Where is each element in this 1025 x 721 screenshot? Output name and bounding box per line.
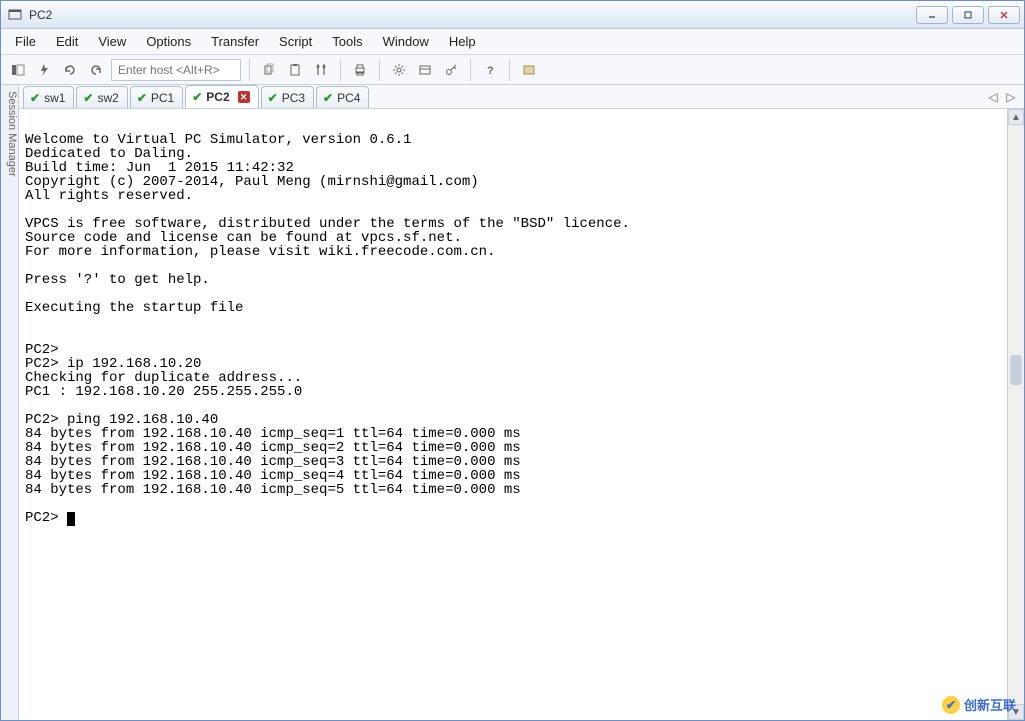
- menu-tools[interactable]: Tools: [322, 29, 372, 54]
- tabs-scroll-right-icon[interactable]: ▷: [1004, 90, 1018, 104]
- session-tab-sw2[interactable]: ✔ sw2: [76, 86, 127, 108]
- session-tabs: ✔ sw1 ✔ sw2 ✔ PC1 ✔ PC2 ✕ ✔ PC3 ✔ PC4 ◁ ▷: [19, 85, 1024, 109]
- settings-icon[interactable]: [388, 59, 410, 81]
- connected-check-icon: ✔: [30, 91, 40, 105]
- session-tab-pc4[interactable]: ✔ PC4: [316, 86, 369, 108]
- menu-transfer[interactable]: Transfer: [201, 29, 269, 54]
- session-tab-label: PC2: [206, 90, 229, 104]
- toolbar: ?: [1, 55, 1024, 85]
- session-tab-label: PC1: [151, 91, 174, 105]
- scroll-thumb[interactable]: [1010, 355, 1022, 385]
- session-options-icon[interactable]: [414, 59, 436, 81]
- session-tab-pc3[interactable]: ✔ PC3: [261, 86, 314, 108]
- keymap-icon[interactable]: [440, 59, 462, 81]
- menu-window[interactable]: Window: [373, 29, 439, 54]
- session-tab-label: PC3: [282, 91, 305, 105]
- copy-icon[interactable]: [258, 59, 280, 81]
- terminal-cursor: [67, 512, 75, 526]
- menu-help[interactable]: Help: [439, 29, 486, 54]
- session-manager-label: Session Manager: [6, 91, 18, 177]
- session-tab-label: sw1: [44, 91, 65, 105]
- session-tab-label: sw2: [97, 91, 118, 105]
- quick-connect-icon[interactable]: [33, 59, 55, 81]
- connected-check-icon: ✔: [268, 91, 278, 105]
- session-tab-label: PC4: [337, 91, 360, 105]
- tabs-scroll-left-icon[interactable]: ◁: [986, 90, 1000, 104]
- print-icon[interactable]: [349, 59, 371, 81]
- window-title: PC2: [29, 8, 52, 22]
- vertical-scrollbar[interactable]: ▲ ▼: [1008, 109, 1024, 720]
- help-icon[interactable]: ?: [479, 59, 501, 81]
- connected-check-icon: ✔: [83, 91, 93, 105]
- disconnect-icon[interactable]: [85, 59, 107, 81]
- connected-check-icon: ✔: [137, 91, 147, 105]
- menu-file[interactable]: File: [5, 29, 46, 54]
- session-tab-pc1[interactable]: ✔ PC1: [130, 86, 183, 108]
- command-window-icon[interactable]: [518, 59, 540, 81]
- close-button[interactable]: [988, 6, 1020, 24]
- session-manager-sidebar[interactable]: Session Manager: [1, 85, 19, 720]
- session-tab-sw1[interactable]: ✔ sw1: [23, 86, 74, 108]
- scroll-up-icon[interactable]: ▲: [1008, 109, 1024, 125]
- session-tab-pc2[interactable]: ✔ PC2 ✕: [185, 85, 258, 108]
- connected-check-icon: ✔: [323, 91, 333, 105]
- tab-close-icon[interactable]: ✕: [238, 91, 250, 103]
- menu-bar: File Edit View Options Transfer Script T…: [1, 29, 1024, 55]
- watermark-text: 创新互联: [964, 695, 1016, 714]
- connected-check-icon: ✔: [192, 90, 202, 104]
- menu-view[interactable]: View: [88, 29, 136, 54]
- maximize-button[interactable]: [952, 6, 984, 24]
- app-icon: [7, 7, 23, 23]
- watermark-icon: ✔: [942, 696, 960, 714]
- menu-options[interactable]: Options: [136, 29, 201, 54]
- minimize-button[interactable]: [916, 6, 948, 24]
- host-input[interactable]: [111, 59, 241, 81]
- toggle-sidebar-icon[interactable]: [7, 59, 29, 81]
- reconnect-icon[interactable]: [59, 59, 81, 81]
- menu-script[interactable]: Script: [269, 29, 322, 54]
- find-icon[interactable]: [310, 59, 332, 81]
- menu-edit[interactable]: Edit: [46, 29, 88, 54]
- svg-text:?: ?: [487, 65, 494, 77]
- terminal-view[interactable]: Welcome to Virtual PC Simulator, version…: [19, 109, 1008, 720]
- watermark: ✔ 创新互联: [942, 695, 1016, 714]
- title-bar: PC2: [1, 1, 1024, 29]
- paste-icon[interactable]: [284, 59, 306, 81]
